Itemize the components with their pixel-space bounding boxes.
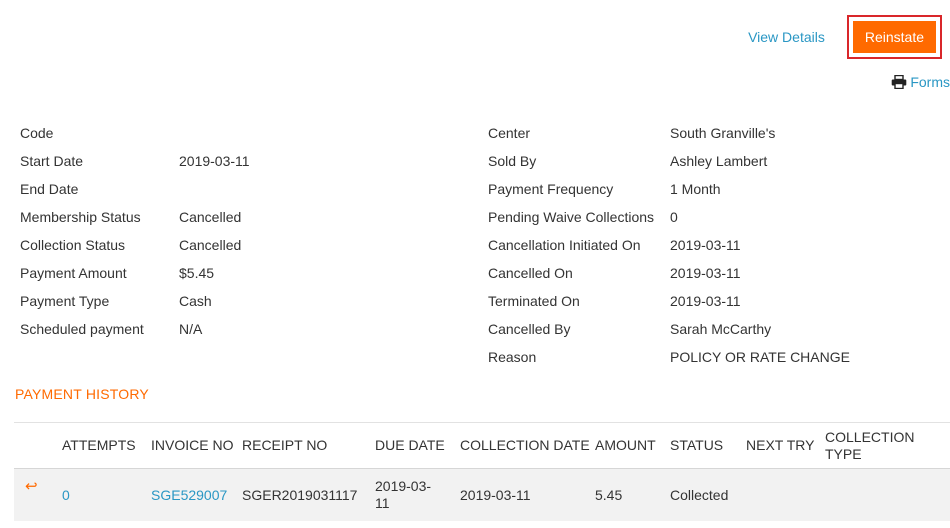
column-header-actions [14, 422, 62, 469]
detail-value: 2019-03-11 [179, 153, 250, 169]
detail-row-payment-type: Payment Type Cash [20, 287, 250, 315]
invoice-no-cell[interactable]: SGE529007 [151, 468, 242, 521]
invoice-link[interactable]: SGE529007 [151, 487, 227, 503]
detail-label: Cancelled By [488, 321, 571, 337]
detail-row-sold-by: Sold By Ashley Lambert [488, 147, 850, 175]
forms-label: Forms [910, 74, 950, 90]
reinstate-highlight: Reinstate [846, 15, 942, 59]
column-header-due-date: DUE DATE [375, 422, 460, 469]
detail-row-code: Code [20, 119, 250, 147]
detail-value: Ashley Lambert [670, 153, 768, 169]
detail-value: N/A [179, 321, 203, 337]
detail-label: Payment Frequency [488, 181, 614, 197]
detail-value: POLICY OR RATE CHANGE [670, 349, 850, 365]
detail-label: Scheduled payment [20, 321, 144, 337]
due-date-value: 2019-03-11 [375, 478, 432, 511]
detail-label: Cancellation Initiated On [488, 237, 641, 253]
forms-link[interactable]: Forms [891, 74, 950, 90]
undo-icon[interactable]: ↩ [25, 478, 38, 495]
detail-value: 2019-03-11 [670, 237, 741, 253]
table-row: ↩ 0 SGE529007 SGER2019031117 2019-03-11 … [14, 468, 950, 521]
detail-label: Pending Waive Collections [488, 209, 655, 225]
column-header-amount: AMOUNT [595, 422, 670, 469]
detail-label: Reason [488, 349, 537, 365]
table-header-row: ATTEMPTS INVOICE NO RECEIPT NO DUE DATE … [14, 422, 950, 469]
payment-history-table: ATTEMPTS INVOICE NO RECEIPT NO DUE DATE … [14, 422, 950, 521]
detail-row-cancellation-initiated-on: Cancellation Initiated On 2019-03-11 [488, 231, 850, 259]
top-actions: View Details Reinstate [748, 15, 942, 59]
detail-row-cancelled-by: Cancelled By Sarah McCarthy [488, 315, 850, 343]
reinstate-button[interactable]: Reinstate [852, 21, 936, 53]
detail-value: Sarah McCarthy [670, 321, 772, 337]
detail-label: Code [20, 125, 54, 141]
detail-row-membership-status: Membership Status Cancelled [20, 203, 250, 231]
detail-value: 2019-03-11 [670, 293, 741, 309]
detail-label: Sold By [488, 153, 537, 169]
detail-row-end-date: End Date [20, 175, 250, 203]
detail-row-payment-amount: Payment Amount $5.45 [20, 259, 250, 287]
receipt-no-cell: SGER2019031117 [242, 468, 375, 521]
detail-label: Payment Amount [20, 265, 127, 281]
detail-value: $5.45 [179, 265, 215, 281]
detail-label: Cancelled On [488, 265, 573, 281]
detail-row-center: Center South Granville's [488, 119, 850, 147]
detail-value: Cancelled [179, 237, 242, 253]
column-header-next-try: NEXT TRY [746, 422, 825, 469]
detail-label: Terminated On [488, 293, 580, 309]
detail-value: 2019-03-11 [670, 265, 741, 281]
column-header-collection-date: COLLECTION DATE [460, 422, 595, 469]
collection-type-cell [825, 468, 950, 521]
membership-details-left: Code Start Date 2019-03-11 End Date Memb… [20, 119, 250, 343]
detail-row-payment-frequency: Payment Frequency 1 Month [488, 175, 850, 203]
view-details-link[interactable]: View Details [748, 29, 825, 45]
collection-date-cell: 2019-03-11 [460, 468, 595, 521]
column-header-attempts: ATTEMPTS [62, 422, 151, 469]
status-cell: Collected [670, 468, 746, 521]
row-actions-cell: ↩ [14, 468, 62, 521]
amount-cell: 5.45 [595, 468, 670, 521]
attempts-cell[interactable]: 0 [62, 468, 151, 521]
detail-label: End Date [20, 181, 79, 197]
next-try-cell [746, 468, 825, 521]
detail-label: Membership Status [20, 209, 141, 225]
column-header-receipt-no: RECEIPT NO [242, 422, 375, 469]
detail-value: Cancelled [179, 209, 242, 225]
detail-value: South Granville's [670, 125, 776, 141]
detail-label: Payment Type [20, 293, 110, 309]
detail-row-collection-status: Collection Status Cancelled [20, 231, 250, 259]
detail-value: 1 Month [670, 181, 721, 197]
column-header-status: STATUS [670, 422, 746, 469]
detail-label: Center [488, 125, 531, 141]
detail-value: 0 [670, 209, 678, 225]
column-header-collection-type: COLLECTION TYPE [825, 422, 950, 469]
detail-label: Start Date [20, 153, 84, 169]
detail-row-terminated-on: Terminated On 2019-03-11 [488, 287, 850, 315]
printer-icon [892, 75, 907, 89]
detail-row-cancelled-on: Cancelled On 2019-03-11 [488, 259, 850, 287]
membership-details-right: Center South Granville's Sold By Ashley … [488, 119, 850, 371]
detail-row-pending-waive-collections: Pending Waive Collections 0 [488, 203, 850, 231]
detail-value: Cash [179, 293, 212, 309]
detail-label: Collection Status [20, 237, 126, 253]
payment-history-title: PAYMENT HISTORY [15, 386, 149, 402]
detail-row-scheduled-payment: Scheduled payment N/A [20, 315, 250, 343]
detail-row-start-date: Start Date 2019-03-11 [20, 147, 250, 175]
due-date-cell: 2019-03-11 [375, 468, 460, 521]
attempts-link[interactable]: 0 [62, 487, 70, 503]
column-header-invoice-no: INVOICE NO [151, 422, 242, 469]
detail-row-reason: Reason POLICY OR RATE CHANGE [488, 343, 850, 371]
